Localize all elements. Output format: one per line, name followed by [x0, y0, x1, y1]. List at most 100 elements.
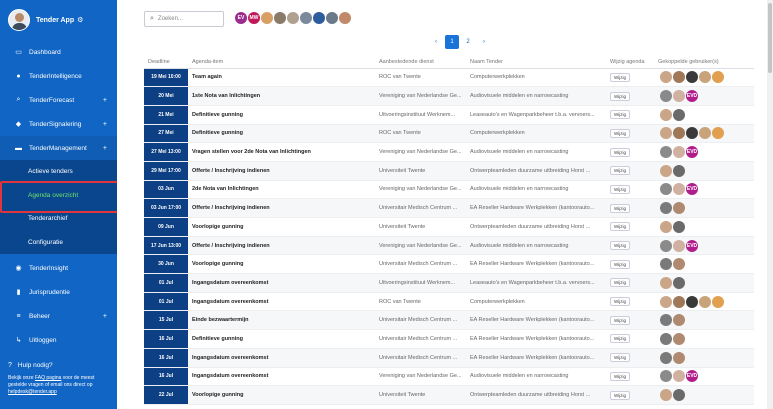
faq-link[interactable]: FAQ pagina [35, 375, 61, 381]
wijzig-button[interactable]: Wijzig [610, 315, 630, 325]
user-avatar[interactable] [660, 108, 672, 121]
user-avatar[interactable] [660, 183, 672, 196]
wijzig-button[interactable]: Wijzig [610, 166, 630, 176]
user-avatar[interactable] [712, 295, 724, 308]
filter-user-avatar[interactable] [261, 12, 273, 24]
sidebar-item-tenderinsight[interactable]: ◉ TenderInsight [0, 256, 117, 280]
user-avatar[interactable]: EVD [686, 370, 698, 383]
user-avatar[interactable] [660, 164, 672, 177]
user-avatar[interactable] [673, 389, 685, 402]
user-avatar[interactable] [699, 295, 711, 308]
sidebar-subitem-configuratie[interactable]: Configuratie [0, 231, 117, 255]
user-avatar[interactable] [673, 220, 685, 233]
user-avatar[interactable] [660, 332, 672, 345]
user-avatar[interactable]: EVD [686, 183, 698, 196]
table-row[interactable]: 09 Jun Voorlopige gunning Universiteit Twe… [144, 217, 754, 237]
filter-user-avatar[interactable]: MW [248, 12, 260, 24]
wijzig-button[interactable]: Wijzig [610, 147, 630, 157]
user-avatar[interactable] [673, 127, 685, 140]
user-avatar[interactable] [660, 389, 672, 402]
user-avatar[interactable] [660, 127, 672, 140]
wijzig-button[interactable]: Wijzig [610, 371, 630, 381]
user-avatar[interactable] [673, 71, 685, 84]
plus-icon[interactable]: + [103, 97, 107, 104]
wijzig-button[interactable]: Wijzig [610, 128, 630, 138]
scrollbar-thumb[interactable] [768, 3, 772, 73]
sidebar-item-dashboard[interactable]: ▭ Dashboard [0, 40, 117, 64]
user-avatar[interactable]: EVD [686, 239, 698, 252]
user-avatar[interactable] [673, 276, 685, 289]
user-avatar[interactable] [686, 295, 698, 308]
wijzig-button[interactable]: Wijzig [610, 110, 630, 120]
table-row[interactable]: 01 Jul Ingangsdatum overeenkomst Uitvoerin… [144, 273, 754, 293]
wijzig-button[interactable]: Wijzig [610, 72, 630, 82]
user-avatar[interactable] [699, 127, 711, 140]
user-avatar[interactable] [673, 370, 685, 383]
wijzig-button[interactable]: Wijzig [610, 184, 630, 194]
plus-icon[interactable]: + [103, 313, 107, 320]
wijzig-button[interactable]: Wijzig [610, 203, 630, 213]
wijzig-button[interactable]: Wijzig [610, 259, 630, 269]
pager-next-icon[interactable]: › [477, 35, 491, 49]
user-avatar[interactable] [673, 258, 685, 271]
user-avatar[interactable] [673, 295, 685, 308]
table-row[interactable]: 30 Jun Voorlopige gunning Universitair Med… [144, 254, 754, 275]
sidebar-item-jurisprudentie[interactable]: ▮ Jurisprudentie [0, 280, 117, 304]
sidebar-item-uitloggen[interactable]: ↳ Uitloggen [0, 328, 117, 352]
user-avatar[interactable] [673, 314, 685, 327]
wijzig-button[interactable]: Wijzig [610, 297, 630, 307]
table-row[interactable]: 21 Mei Definitieve gunning Uitvoeringsinst… [144, 105, 754, 125]
table-row[interactable]: 16 Jul Ingangsdatum overeenkomst Verenigin… [144, 367, 754, 387]
wijzig-button[interactable]: Wijzig [610, 334, 630, 344]
table-row[interactable]: 16 Jul Ingangsdatum overeenkomst Universit… [144, 348, 754, 368]
user-avatar[interactable] [660, 202, 672, 215]
user-avatar[interactable] [8, 9, 30, 31]
table-row[interactable]: 16 Jul Definitieve gunning Universitair Me… [144, 329, 754, 349]
plus-icon[interactable]: + [103, 145, 107, 152]
table-row[interactable]: 27 Mei Definitieve gunning ROC van Twente C… [144, 124, 754, 144]
sidebar-item-tenderintelligence[interactable]: ● TenderIntelligence [0, 64, 117, 88]
user-avatar[interactable] [712, 127, 724, 140]
wijzig-button[interactable]: Wijzig [610, 353, 630, 363]
user-avatar[interactable] [660, 351, 672, 364]
user-avatar[interactable] [660, 276, 672, 289]
table-row[interactable]: 17 Jun 13:00 Offerte / Inschrijving indie… [144, 236, 754, 256]
user-avatar[interactable] [660, 90, 672, 103]
user-avatar[interactable] [673, 108, 685, 121]
wijzig-button[interactable]: Wijzig [610, 390, 630, 400]
sidebar-item-tenderforecast[interactable]: ⌕ TenderForecast + [0, 88, 117, 112]
wijzig-button[interactable]: Wijzig [610, 241, 630, 251]
user-avatar[interactable] [673, 90, 685, 103]
page-1-button[interactable]: 1 [445, 35, 459, 49]
table-row[interactable]: 01 Jul Ingangsdatum overeenkomst ROC van T… [144, 292, 754, 312]
wijzig-button[interactable]: Wijzig [610, 278, 630, 288]
sidebar-item-tendersignalering[interactable]: ◆ TenderSignalering + [0, 112, 117, 136]
user-avatar[interactable] [712, 71, 724, 84]
user-avatar[interactable] [660, 314, 672, 327]
plus-icon[interactable]: + [103, 121, 107, 128]
table-row[interactable]: 15 Jul Einde bezwaartermijn Universitair M… [144, 310, 754, 331]
table-row[interactable]: 22 Jul Voorlopige gunning Universiteit Twe… [144, 385, 754, 405]
user-avatar[interactable] [660, 370, 672, 383]
user-avatar[interactable] [673, 202, 685, 215]
user-avatar[interactable]: EVD [686, 90, 698, 103]
user-avatar[interactable]: EVD [686, 146, 698, 159]
user-avatar[interactable] [660, 220, 672, 233]
user-avatar[interactable] [660, 146, 672, 159]
filter-user-avatar[interactable] [300, 12, 312, 24]
user-avatar[interactable] [699, 71, 711, 84]
user-avatar[interactable] [660, 239, 672, 252]
sidebar-item-tendermanagement[interactable]: ▬ TenderManagement + [0, 136, 117, 160]
sidebar-item-beheer[interactable]: ≡ Beheer + [0, 304, 117, 328]
table-row[interactable]: 29 Mei 17:00 Offerte / Inschrijving indie… [144, 161, 754, 181]
user-avatar[interactable] [673, 146, 685, 159]
filter-user-avatar[interactable]: EV [235, 12, 247, 24]
filter-user-avatar[interactable] [339, 12, 351, 24]
table-row[interactable]: 03 Jun 17:00 Offerte / Inschrijving indie… [144, 198, 754, 218]
user-avatar[interactable] [673, 332, 685, 345]
table-row[interactable]: 27 Mei 13:00 Vragen stellen voor 2de Nota… [144, 142, 754, 162]
page-2-button[interactable]: 2 [461, 35, 475, 49]
user-avatar[interactable] [686, 71, 698, 84]
filter-user-avatar[interactable] [326, 12, 338, 24]
table-row[interactable]: 03 Jun 2de Nota van Inlichtingen Verenigin… [144, 180, 754, 200]
